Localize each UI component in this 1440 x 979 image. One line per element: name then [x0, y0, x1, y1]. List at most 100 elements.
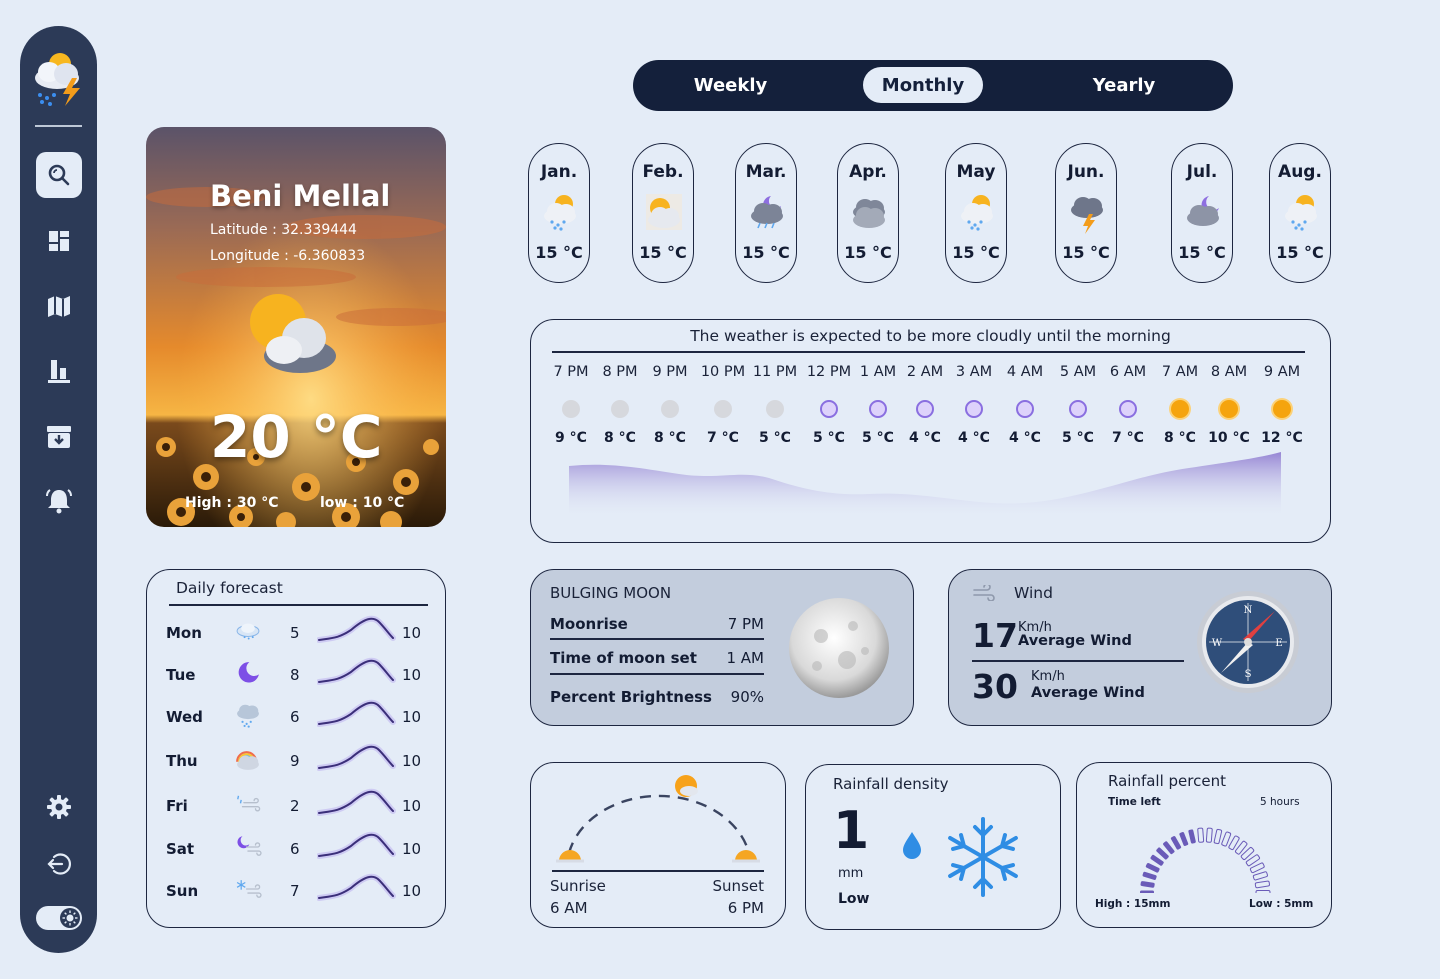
hour-temperature: 4 °C — [909, 430, 941, 446]
temperature-area-curve — [569, 452, 1281, 516]
bell-icon — [46, 489, 72, 514]
hour-label: 2 AM — [906, 364, 944, 380]
month-label: Jul. — [1186, 162, 1218, 182]
daily-row[interactable]: Sun 7 10 — [147, 870, 447, 910]
moon-phase-title: BULGING MOON — [550, 584, 672, 602]
month-card-6[interactable]: Jul. 15 °C — [1171, 143, 1233, 283]
sidebar-item-search[interactable] — [36, 152, 82, 198]
hours-left: 5 hours — [1260, 796, 1300, 808]
month-temperature: 15 °C — [1276, 243, 1324, 262]
hour-temperature: 8 °C — [654, 430, 686, 446]
day-label: Mon — [166, 624, 202, 642]
day-temperature-curve — [317, 657, 396, 685]
day-label: Thu — [166, 752, 198, 770]
moonset-row: Time of moon set 1 AM — [550, 649, 764, 667]
month-card-2[interactable]: Mar. 15 °C — [735, 143, 797, 283]
day-label: Sat — [166, 840, 195, 858]
sidebar-item-stats[interactable] — [36, 348, 82, 394]
hour-weather-dot — [1220, 400, 1238, 418]
svg-text:W: W — [1212, 638, 1223, 649]
snow-cloud-icon — [233, 700, 263, 730]
month-card-5[interactable]: Jun. 15 °C — [1055, 143, 1117, 283]
theme-toggle[interactable] — [36, 906, 82, 930]
day-low: 8 — [290, 666, 300, 684]
current-temperature: 20 °C — [210, 403, 383, 471]
month-card-7[interactable]: Aug. 15 °C — [1269, 143, 1331, 283]
wind-label-2: Average Wind — [1031, 685, 1145, 701]
thunder-icon — [1065, 190, 1109, 234]
month-label: Aug. — [1278, 162, 1322, 182]
day-high: 10 — [402, 708, 422, 726]
gauge-segment — [1142, 871, 1157, 880]
hour-label: 8 PM — [602, 364, 638, 380]
day-low: 2 — [290, 797, 300, 815]
moonset-label: Time of moon set — [550, 649, 697, 667]
tab-yearly[interactable]: Yearly — [1063, 67, 1185, 103]
moon-cloud-icon — [1181, 190, 1225, 234]
hour-temperature: 8 °C — [604, 430, 636, 446]
month-card-0[interactable]: Jan. 15 °C — [528, 143, 590, 283]
daily-row[interactable]: Mon 5 10 — [147, 612, 447, 652]
daily-row[interactable]: Wed 6 10 — [147, 696, 447, 736]
hour-label: 3 AM — [955, 364, 993, 380]
low-rainfall: Low : 5mm — [1249, 898, 1314, 910]
day-temperature-curve — [317, 615, 396, 643]
gauge-segment — [1188, 829, 1196, 844]
rainfall-unit: mm — [838, 866, 864, 881]
tab-weekly[interactable]: Weekly — [668, 67, 793, 103]
sunrise-icon — [556, 850, 584, 863]
hour-weather-dot — [1171, 400, 1189, 418]
gauge-segment — [1252, 871, 1268, 881]
logout-button[interactable] — [36, 841, 82, 887]
cloud-snow-icon — [233, 616, 263, 646]
month-temperature: 15 °C — [742, 243, 790, 262]
sidebar-item-dashboard[interactable] — [36, 218, 82, 264]
month-card-4[interactable]: May 15 °C — [945, 143, 1007, 283]
gauge-segment — [1140, 881, 1155, 888]
sidebar — [20, 26, 97, 953]
snow-sun-icon — [538, 190, 582, 234]
day-low: 9 — [290, 752, 300, 770]
sunset-label: Sunset — [712, 877, 764, 895]
sidebar-item-map[interactable] — [36, 283, 82, 329]
month-card-3[interactable]: Apr. 15 °C — [837, 143, 899, 283]
divider — [169, 604, 428, 606]
night-rain-icon — [745, 190, 789, 234]
hour-weather-dot — [1273, 400, 1291, 418]
hour-temperature: 7 °C — [707, 430, 739, 446]
month-label: Mar. — [745, 162, 787, 182]
snowflake-icon — [948, 817, 1018, 897]
raindrop-icon — [903, 832, 921, 859]
hour-temperature: 8 °C — [1164, 430, 1196, 446]
forecast-message: The weather is expected to be more cloud… — [690, 327, 1171, 345]
hour-weather-dot — [1016, 400, 1034, 418]
wind-title: Wind — [1014, 584, 1053, 602]
gauge-segment — [1255, 890, 1271, 893]
hour-temperature: 7 °C — [1112, 430, 1144, 446]
hour-label: 1 AM — [859, 364, 897, 380]
month-card-1[interactable]: Feb. 15 °C — [632, 143, 694, 283]
tab-monthly[interactable]: Monthly — [863, 67, 983, 103]
daily-row[interactable]: Thu 9 10 — [147, 740, 447, 780]
settings-button[interactable] — [36, 784, 82, 830]
day-high: 10 — [402, 797, 422, 815]
day-low: 6 — [290, 708, 300, 726]
daily-row[interactable]: Tue 8 10 — [147, 654, 447, 694]
daily-row[interactable]: Fri 2 10 — [147, 785, 447, 825]
divider — [550, 638, 764, 640]
bar-chart-icon — [48, 360, 70, 383]
hour-temperature: 5 °C — [1062, 430, 1094, 446]
map-icon — [48, 296, 70, 317]
sidebar-divider — [35, 125, 82, 127]
day-label: Fri — [166, 797, 188, 815]
hour-temperature: 5 °C — [759, 430, 791, 446]
sidebar-item-alerts[interactable] — [36, 478, 82, 524]
day-high: 10 — [402, 882, 422, 900]
sidebar-item-archive[interactable] — [36, 414, 82, 460]
moonrise-row: Moonrise 7 PM — [550, 615, 764, 633]
hour-temperature: 9 °C — [555, 430, 587, 446]
daily-row[interactable]: Sat 6 10 — [147, 828, 447, 868]
divider — [550, 673, 764, 675]
period-tabs: Weekly Monthly Yearly — [633, 60, 1233, 111]
sun-toggle-icon — [60, 908, 80, 928]
